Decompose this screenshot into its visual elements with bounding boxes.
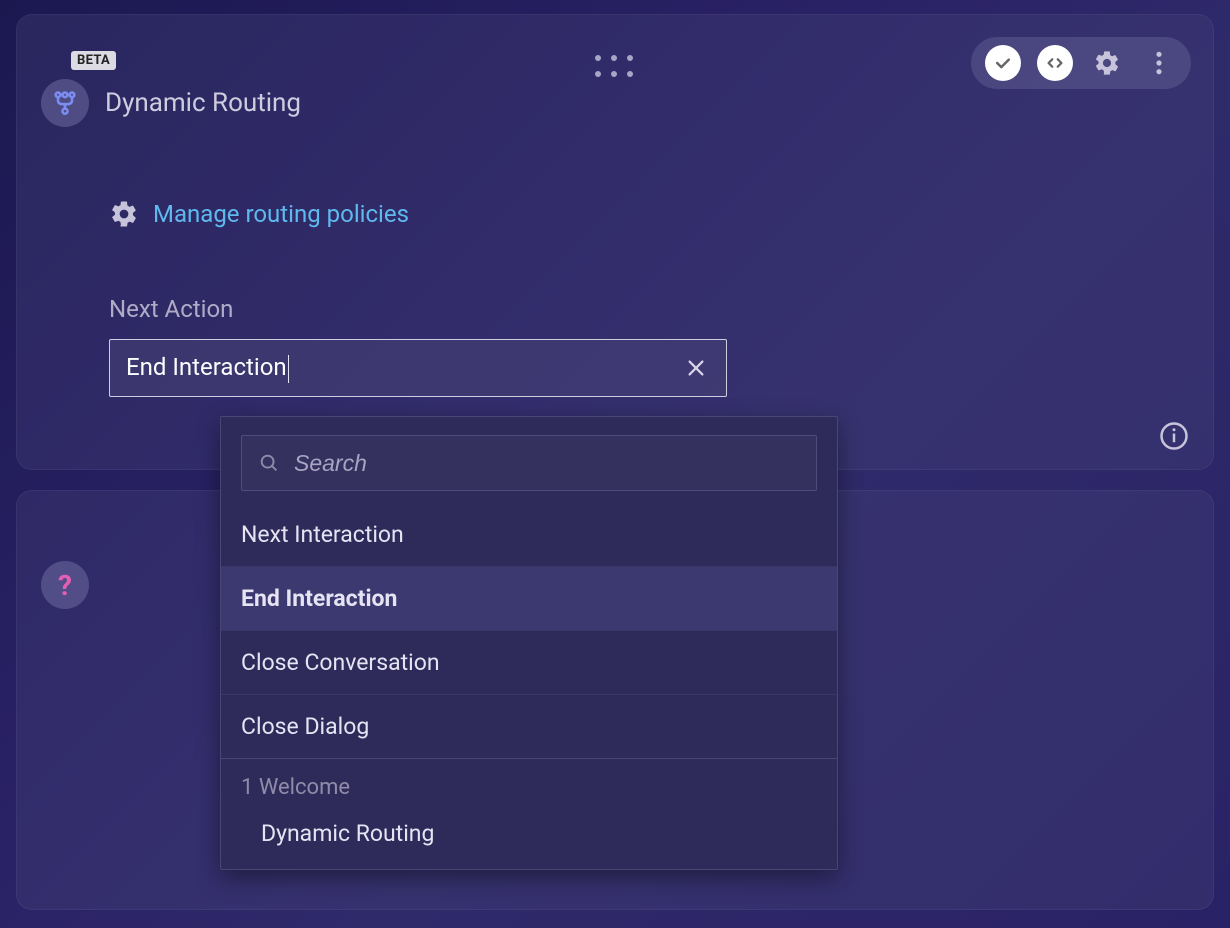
check-icon[interactable] bbox=[985, 45, 1021, 81]
dropdown-option[interactable]: End Interaction bbox=[221, 566, 837, 630]
dropdown-group-label: 1 Welcome bbox=[221, 759, 837, 808]
search-icon bbox=[258, 452, 280, 474]
help-icon[interactable]: ? bbox=[41, 561, 89, 609]
next-action-input[interactable]: End Interaction bbox=[109, 339, 727, 397]
manage-routing-policies-link[interactable]: Manage routing policies bbox=[109, 199, 1189, 229]
dynamic-routing-icon bbox=[41, 79, 89, 127]
dropdown-option[interactable]: Close Conversation bbox=[221, 630, 837, 694]
beta-badge: BETA bbox=[71, 51, 116, 70]
clear-icon[interactable] bbox=[682, 354, 710, 382]
gear-icon[interactable] bbox=[1089, 45, 1125, 81]
card-title: Dynamic Routing bbox=[105, 88, 301, 118]
drag-handle-icon[interactable] bbox=[595, 55, 635, 79]
next-action-label: Next Action bbox=[109, 295, 1189, 323]
dropdown-search[interactable] bbox=[241, 435, 817, 491]
dropdown-search-input[interactable] bbox=[294, 450, 800, 477]
dropdown-group-item[interactable]: Dynamic Routing bbox=[221, 808, 837, 869]
dropdown-option[interactable]: Close Dialog bbox=[221, 694, 837, 758]
more-icon[interactable] bbox=[1141, 45, 1177, 81]
card-toolbar bbox=[971, 37, 1191, 89]
manage-link-label: Manage routing policies bbox=[153, 200, 409, 228]
dynamic-routing-card: BETA Dynamic Routing Manage routing poli… bbox=[16, 14, 1214, 470]
info-icon[interactable] bbox=[1159, 421, 1189, 455]
gear-icon bbox=[109, 199, 139, 229]
dropdown-option[interactable]: Next Interaction bbox=[221, 503, 837, 566]
next-action-value: End Interaction bbox=[126, 353, 287, 381]
next-action-dropdown: Next InteractionEnd InteractionClose Con… bbox=[220, 416, 838, 870]
help-glyph: ? bbox=[58, 569, 72, 602]
code-icon[interactable] bbox=[1037, 45, 1073, 81]
